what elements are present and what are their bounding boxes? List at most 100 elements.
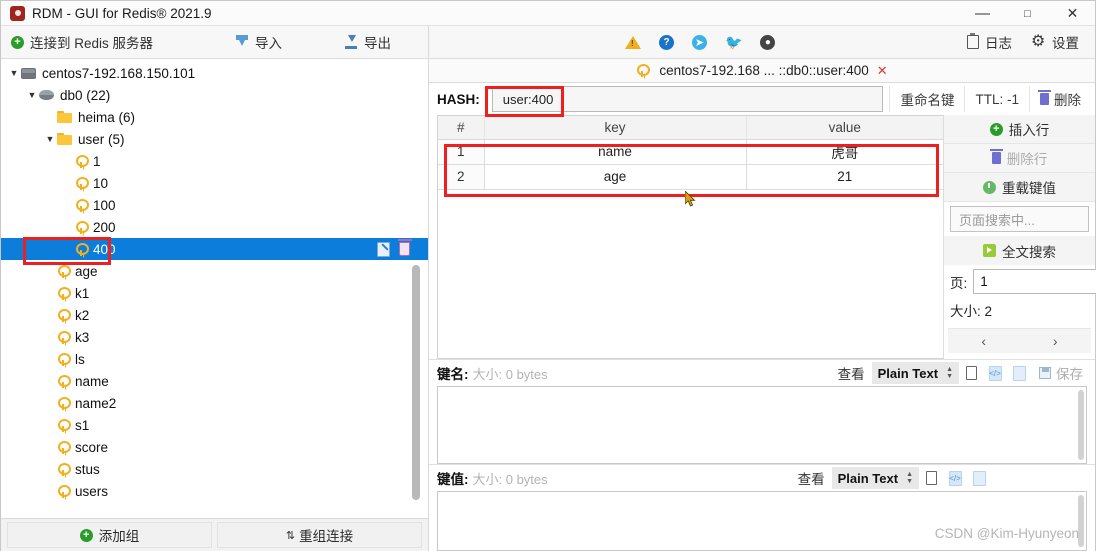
key-icon <box>75 198 89 212</box>
chevron-updown-icon[interactable]: ▲ ▼ <box>946 366 953 380</box>
table-row[interactable]: 1 name 虎哥 <box>438 139 943 165</box>
page-icon-button[interactable] <box>1007 362 1031 384</box>
tree-item-s1[interactable]: s1 <box>1 414 428 436</box>
code-icon-button[interactable]: </> <box>943 467 967 489</box>
tree-item-k1[interactable]: k1 <box>1 282 428 304</box>
settings-label: 设置 <box>1052 36 1079 51</box>
title-bar: RDM - GUI for Redis® 2021.9 — □ ✕ <box>1 1 1095 26</box>
doc-icon-button[interactable] <box>959 362 983 384</box>
help-question-icon[interactable]: ? <box>659 34 674 50</box>
connect-redis-server-button[interactable]: + 连接到 Redis 服务器 <box>1 26 163 58</box>
social-icon-group: ? ➤ 🐦 ● <box>625 34 776 51</box>
tree-item-400[interactable]: 400 <box>1 238 428 260</box>
tree-item-label: k2 <box>75 307 90 323</box>
tree-item-label: k1 <box>75 285 90 301</box>
table-row[interactable]: 2 age 21 <box>438 164 943 190</box>
column-index[interactable]: # <box>438 116 485 140</box>
tree-item-10[interactable]: 10 <box>1 172 428 194</box>
minimize-button[interactable]: — <box>960 1 1005 26</box>
value-editor-label: 键值: <box>437 472 469 487</box>
tree-scrollbar[interactable] <box>412 63 420 531</box>
key-editor-format-select[interactable]: Plain Text ▲ ▼ <box>871 362 959 384</box>
reload-value-label: 重载键值 <box>1002 181 1056 196</box>
folder-icon <box>57 111 72 123</box>
key-name-input-wrap <box>491 86 884 112</box>
key-name-input[interactable] <box>491 86 884 112</box>
close-button[interactable]: ✕ <box>1050 1 1095 26</box>
tree-item-db0-22-[interactable]: db0 (22) <box>1 84 428 106</box>
tree-scrollbar-thumb[interactable] <box>412 265 420 500</box>
chevron-updown-icon[interactable]: ▲ ▼ <box>906 471 913 485</box>
github-icon[interactable]: ● <box>760 34 776 50</box>
tree-item-name[interactable]: name <box>1 370 428 392</box>
export-button[interactable]: 导出 <box>334 26 401 58</box>
database-icon <box>39 90 54 100</box>
connections-tree[interactable]: centos7-192.168.150.101 db0 (22) heima (6)… <box>1 59 428 518</box>
tree-item-100[interactable]: 100 <box>1 194 428 216</box>
reload-value-button[interactable]: 重载键值 <box>944 173 1095 202</box>
page-search-input[interactable]: 页面搜索中... <box>950 206 1089 232</box>
table-cell-idx[interactable]: 1 <box>438 139 485 165</box>
import-icon <box>235 35 249 49</box>
twitter-icon[interactable]: 🐦 <box>725 34 742 51</box>
delete-row-button[interactable]: 删除行 <box>944 144 1095 173</box>
tree-item-stus[interactable]: stus <box>1 458 428 480</box>
table-cell-key[interactable]: name <box>484 139 747 165</box>
insert-row-button[interactable]: + 插入行 <box>944 115 1095 144</box>
tree-item-200[interactable]: 200 <box>1 216 428 238</box>
chevron-down-icon[interactable] <box>43 134 57 144</box>
column-key[interactable]: key <box>484 116 747 140</box>
ttl-button[interactable]: TTL: -1 <box>964 86 1029 112</box>
next-page-button[interactable]: › <box>1019 329 1091 353</box>
add-group-button[interactable]: + 添加组 <box>7 522 212 548</box>
value-editor-textarea[interactable] <box>437 491 1087 551</box>
import-button[interactable]: 导入 <box>225 26 292 58</box>
key-editor-save-button[interactable]: 保存 <box>1031 363 1091 383</box>
tab-close-icon[interactable]: ✕ <box>877 63 888 79</box>
tab-key-user-400[interactable]: centos7-192.168 ... ::db0::user:400 ✕ <box>628 59 895 82</box>
delete-key-button[interactable]: 删除 <box>1029 86 1091 112</box>
table-cell-idx[interactable]: 2 <box>438 164 485 190</box>
table-cell-value[interactable]: 21 <box>746 164 943 190</box>
column-value[interactable]: value <box>746 116 943 140</box>
rename-key-button[interactable]: 重命名键 <box>889 86 964 112</box>
tree-item-1[interactable]: 1 <box>1 150 428 172</box>
tree-item-name2[interactable]: name2 <box>1 392 428 414</box>
tree-item-users[interactable]: users <box>1 480 428 502</box>
tree-item-heima-6-[interactable]: heima (6) <box>1 106 428 128</box>
full-text-search-button[interactable]: 全文搜索 <box>944 236 1095 265</box>
tree-item-k2[interactable]: k2 <box>1 304 428 326</box>
table-cell-value[interactable]: 虎哥 <box>746 139 943 165</box>
maximize-button[interactable]: □ <box>1005 1 1050 26</box>
tree-item-user-5-[interactable]: user (5) <box>1 128 428 150</box>
value-editor-format-select[interactable]: Plain Text ▲ ▼ <box>831 467 919 489</box>
tree-item-ls[interactable]: ls <box>1 348 428 370</box>
telegram-icon[interactable]: ➤ <box>692 34 707 50</box>
tree-item-centos7-192-168-150-101[interactable]: centos7-192.168.150.101 <box>1 62 428 84</box>
page-icon-button[interactable] <box>967 467 991 489</box>
reorder-connections-button[interactable]: ⇅ 重组连接 <box>217 522 422 548</box>
chevron-down-icon[interactable] <box>7 68 21 78</box>
key-icon <box>57 462 71 476</box>
full-text-search-label: 全文搜索 <box>1002 244 1056 260</box>
prev-page-button[interactable]: ‹ <box>948 329 1020 353</box>
edit-key-icon[interactable] <box>377 241 390 257</box>
key-editor-scrollbar[interactable] <box>1078 390 1084 460</box>
warning-icon[interactable] <box>625 35 641 49</box>
chevron-down-icon[interactable] <box>25 90 39 100</box>
doc-icon-button[interactable] <box>919 467 943 489</box>
log-button[interactable]: 日志 <box>957 32 1022 52</box>
tree-item-k3[interactable]: k3 <box>1 326 428 348</box>
reload-icon <box>983 180 996 194</box>
code-icon-button[interactable]: </> <box>983 362 1007 384</box>
key-editor-textarea[interactable] <box>437 386 1087 464</box>
key-editor-scrollbar-thumb[interactable] <box>1078 390 1084 460</box>
page-input[interactable] <box>973 269 1096 294</box>
mouse-cursor <box>685 191 696 207</box>
settings-button[interactable]: 设置 <box>1022 31 1089 52</box>
tree-item-age[interactable]: age <box>1 260 428 282</box>
delete-key-icon[interactable] <box>397 239 412 256</box>
key-icon <box>75 176 89 190</box>
tree-item-score[interactable]: score <box>1 436 428 458</box>
table-cell-key[interactable]: age <box>484 164 747 190</box>
